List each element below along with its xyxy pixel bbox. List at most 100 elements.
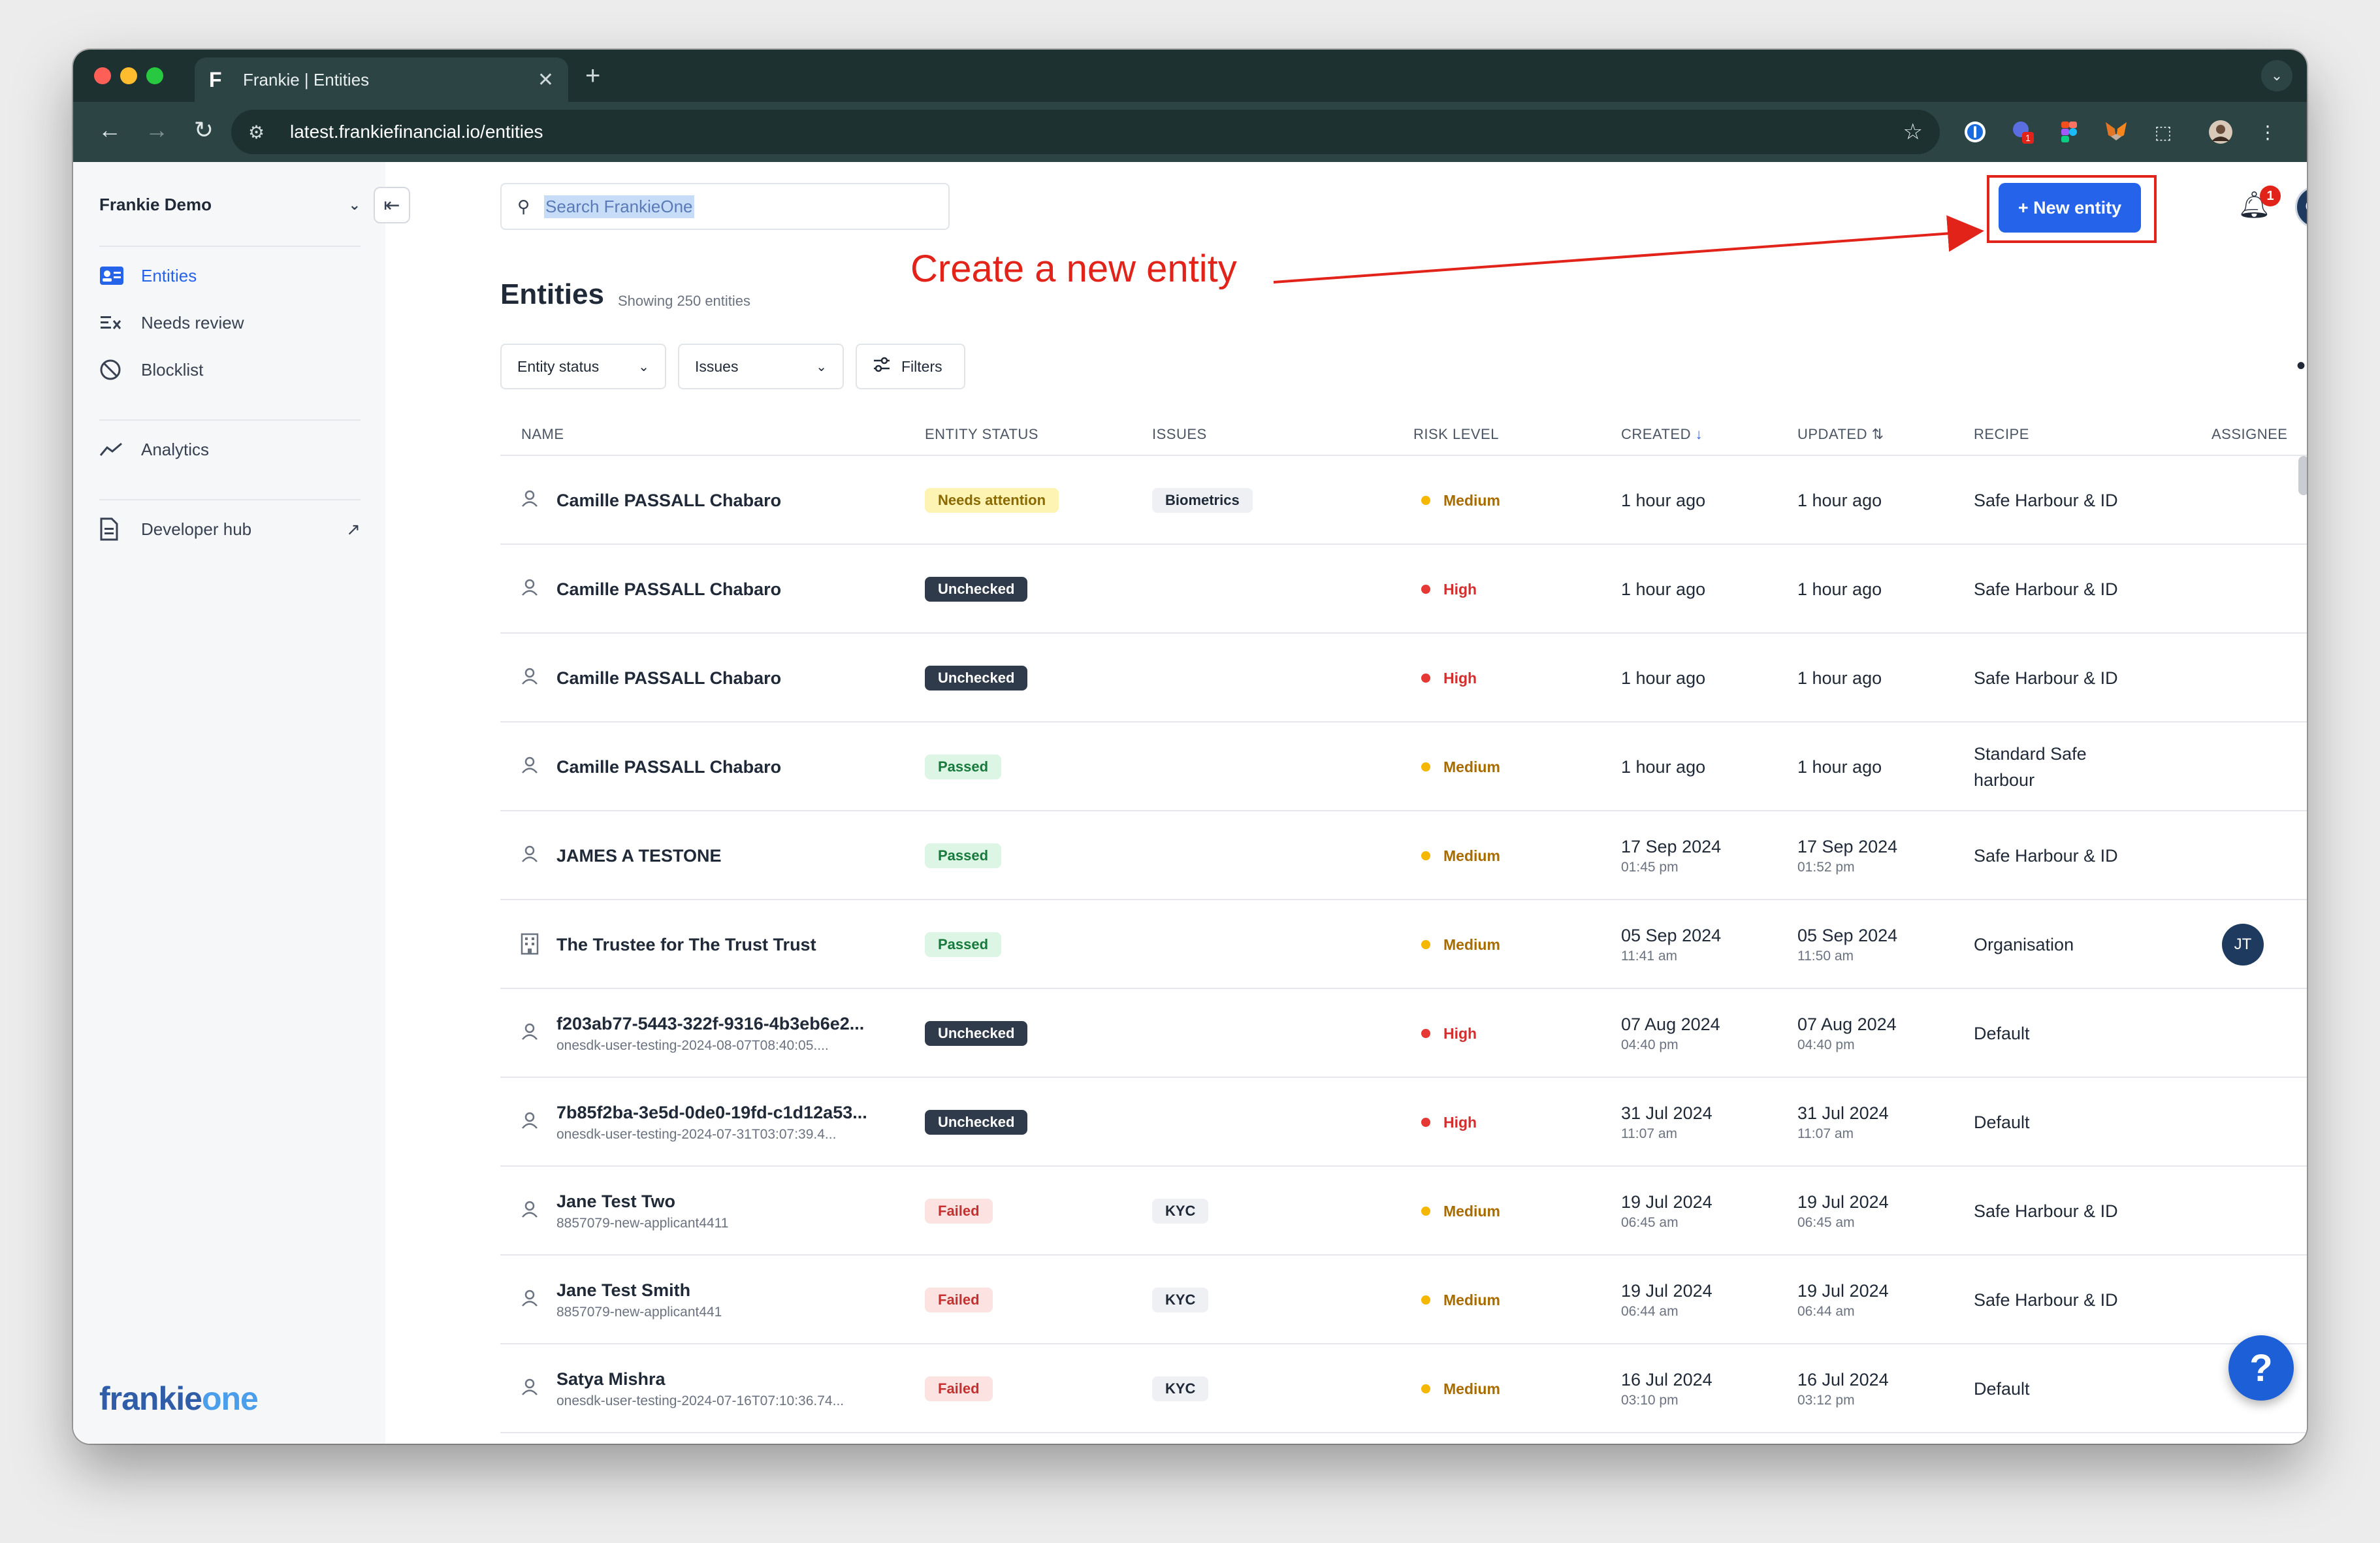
site-settings-icon[interactable]: ⚙ [248, 122, 274, 143]
entity-name[interactable]: Camille PASSALL Chabaro [556, 491, 922, 511]
entity-name-cell[interactable]: JAMES A TESTONE [556, 811, 922, 900]
metamask-icon[interactable] [2102, 118, 2131, 146]
address-bar[interactable]: ⚙ latest.frankiefinancial.io/entities ☆ [231, 110, 1940, 154]
column-header-assignee[interactable]: ASSIGNEE [2211, 426, 2287, 443]
frankie-favicon-icon: F [209, 67, 222, 91]
url-text[interactable]: latest.frankiefinancial.io/entities [290, 122, 1903, 142]
1password-icon[interactable] [1961, 118, 1989, 146]
entity-name-cell[interactable]: Camille PASSALL Chabaro [556, 456, 922, 545]
entity-name[interactable]: f203ab77-5443-322f-9316-4b3eb6e2... [556, 1014, 922, 1034]
column-header-created[interactable]: CREATED ↓ [1621, 426, 1703, 443]
entity-name-cell[interactable]: f203ab77-5443-322f-9316-4b3eb6e2... onesd… [556, 989, 922, 1078]
browser-tab[interactable]: F Frankie | Entities ✕ [195, 57, 568, 102]
column-header-updated[interactable]: UPDATED ⇅ [1797, 426, 1884, 443]
search-input[interactable]: ⚲ Search FrankieOne [500, 183, 950, 230]
entity-name-cell[interactable]: Jane Test Smith 8857079-new-applicant441 [556, 1256, 922, 1344]
updated-time: 01:52 pm [1797, 859, 1855, 875]
recipe-name: Default [1974, 1379, 2030, 1399]
created-cell: 07 Aug 2024 04:40 pm [1621, 989, 1720, 1078]
entity-name[interactable]: Jane Test Two [556, 1192, 922, 1212]
column-header-risk-level[interactable]: RISK LEVEL [1413, 426, 1499, 443]
tab-search-button[interactable]: ⌄ [2261, 60, 2292, 91]
new-tab-button[interactable]: + [585, 61, 600, 91]
extensions-icon[interactable]: ⬚ [2149, 118, 2178, 146]
filters-button[interactable]: Filters [856, 344, 965, 389]
table-row[interactable]: JAMES A TESTONE Passed Medium 17 Sep 2024 01… [500, 811, 2307, 900]
bookmark-star-icon[interactable]: ☆ [1903, 119, 1923, 145]
sidebar-item-blocklist[interactable]: Blocklist [99, 350, 361, 389]
entity-name[interactable]: The Trustee for The Trust Trust [556, 935, 922, 955]
entity-name[interactable]: Jane Test Smith [556, 1280, 922, 1301]
created-time: 06:44 am [1621, 1303, 1679, 1319]
forward-icon[interactable]: → [141, 116, 172, 144]
person-icon [520, 666, 539, 691]
entity-name[interactable]: 7b85f2ba-3e5d-0de0-19fd-c1d12a53... [556, 1103, 922, 1123]
close-window-button[interactable] [94, 67, 111, 84]
tab-close-icon[interactable]: ✕ [538, 69, 554, 91]
table-row[interactable]: Camille PASSALL Chabaro Unchecked High 1 ho… [500, 634, 2307, 723]
table-row[interactable]: Camille PASSALL Chabaro Passed Medium 1 hou… [500, 723, 2307, 811]
assignee-avatar[interactable]: JT [2222, 924, 2264, 966]
profile-icon[interactable] [2206, 118, 2235, 146]
risk-dot-icon [1421, 1118, 1430, 1127]
column-header-name[interactable]: NAME [521, 426, 564, 443]
entity-name-cell[interactable]: The Trustee for The Trust Trust [556, 900, 922, 989]
risk-level-cell: Medium [1421, 811, 1500, 900]
recipe-cell: Default [1974, 1078, 2137, 1167]
notification-count-badge: 1 [2260, 186, 2281, 206]
created-date: 16 Jul 2024 [1621, 1369, 1713, 1389]
entity-name-cell[interactable]: Jane Test Two 8857079-new-applicant4411 [556, 1167, 922, 1256]
table-row[interactable]: Jane Test Smith 8857079-new-applicant441 F… [500, 1256, 2307, 1344]
figma-icon[interactable] [2055, 118, 2083, 146]
org-switcher[interactable]: Frankie Demo ⌄ [99, 195, 361, 215]
sidebar-item-entities[interactable]: Entities [99, 256, 361, 295]
table-row[interactable]: Satya Mishra onesdk-user-testing-2024-07-… [500, 1344, 2307, 1433]
extension-badge-count: 1 [2025, 133, 2031, 143]
person-icon [520, 577, 539, 602]
maximize-window-button[interactable] [146, 67, 163, 84]
help-button[interactable]: ? [2228, 1335, 2294, 1401]
issue-chip: KYC [1152, 1376, 1209, 1401]
back-icon[interactable]: ← [94, 116, 125, 144]
assignee-cell[interactable]: JT [2222, 900, 2264, 989]
table-row[interactable]: f203ab77-5443-322f-9316-4b3eb6e2... onesd… [500, 989, 2307, 1078]
risk-level-cell: High [1421, 634, 1477, 723]
table-row[interactable]: 7b85f2ba-3e5d-0de0-19fd-c1d12a53... onesd… [500, 1078, 2307, 1167]
entity-name[interactable]: JAMES A TESTONE [556, 846, 922, 866]
status-badge: Unchecked [925, 1021, 1028, 1046]
minimize-window-button[interactable] [120, 67, 137, 84]
puzzle-badge-icon[interactable]: 1 [2008, 118, 2036, 146]
column-header-issues[interactable]: ISSUES [1152, 426, 1207, 443]
table-row[interactable]: Jane Test Two 8857079-new-applicant4411 Fa… [500, 1167, 2307, 1256]
sidebar-item-analytics[interactable]: Analytics [99, 430, 361, 469]
entity-name-cell[interactable]: 7b85f2ba-3e5d-0de0-19fd-c1d12a53... onesd… [556, 1078, 922, 1167]
table-row[interactable]: Camille PASSALL Chabaro Needs attention Bi… [500, 456, 2307, 545]
entity-name[interactable]: Camille PASSALL Chabaro [556, 757, 922, 777]
sidebar-item-needs-review[interactable]: Needs review [99, 303, 361, 342]
issues-filter[interactable]: Issues ⌄ [678, 344, 844, 389]
scrollbar-thumb[interactable] [2298, 456, 2307, 495]
entity-name-cell[interactable]: Camille PASSALL Chabaro [556, 723, 922, 811]
entity-name[interactable]: Camille PASSALL Chabaro [556, 668, 922, 689]
table-scrollbar[interactable] [2296, 456, 2307, 1442]
created-cell: 19 Jul 2024 06:44 am [1621, 1256, 1713, 1344]
risk-level-cell: Medium [1421, 1256, 1500, 1344]
table-row[interactable]: Camille PASSALL Chabaro Unchecked High 1 ho… [500, 545, 2307, 634]
column-header-recipe[interactable]: RECIPE [1974, 426, 2029, 443]
entity-status-filter[interactable]: Entity status ⌄ [500, 344, 666, 389]
column-header-entity-status[interactable]: ENTITY STATUS [925, 426, 1038, 443]
browser-menu-icon[interactable]: ⋮ [2253, 118, 2282, 146]
entity-name-cell[interactable]: Satya Mishra onesdk-user-testing-2024-07-… [556, 1344, 922, 1433]
new-entity-button[interactable]: + New entity [1999, 183, 2141, 233]
entity-name-cell[interactable]: Camille PASSALL Chabaro [556, 634, 922, 723]
entity-name[interactable]: Camille PASSALL Chabaro [556, 579, 922, 600]
sidebar-item-developer-hub[interactable]: Developer hub ↗ [99, 510, 361, 549]
recipe-cell: Safe Harbour & ID [1974, 634, 2137, 723]
reload-icon[interactable]: ↻ [188, 116, 219, 144]
more-options-icon[interactable]: ••• [2296, 351, 2307, 381]
entity-name-cell[interactable]: Camille PASSALL Chabaro [556, 545, 922, 634]
entity-name[interactable]: Satya Mishra [556, 1369, 922, 1389]
updated-date: 1 hour ago [1797, 490, 1882, 510]
user-avatar[interactable]: CC [2295, 186, 2307, 229]
table-row[interactable]: The Trustee for The Trust Trust Passed Med… [500, 900, 2307, 989]
